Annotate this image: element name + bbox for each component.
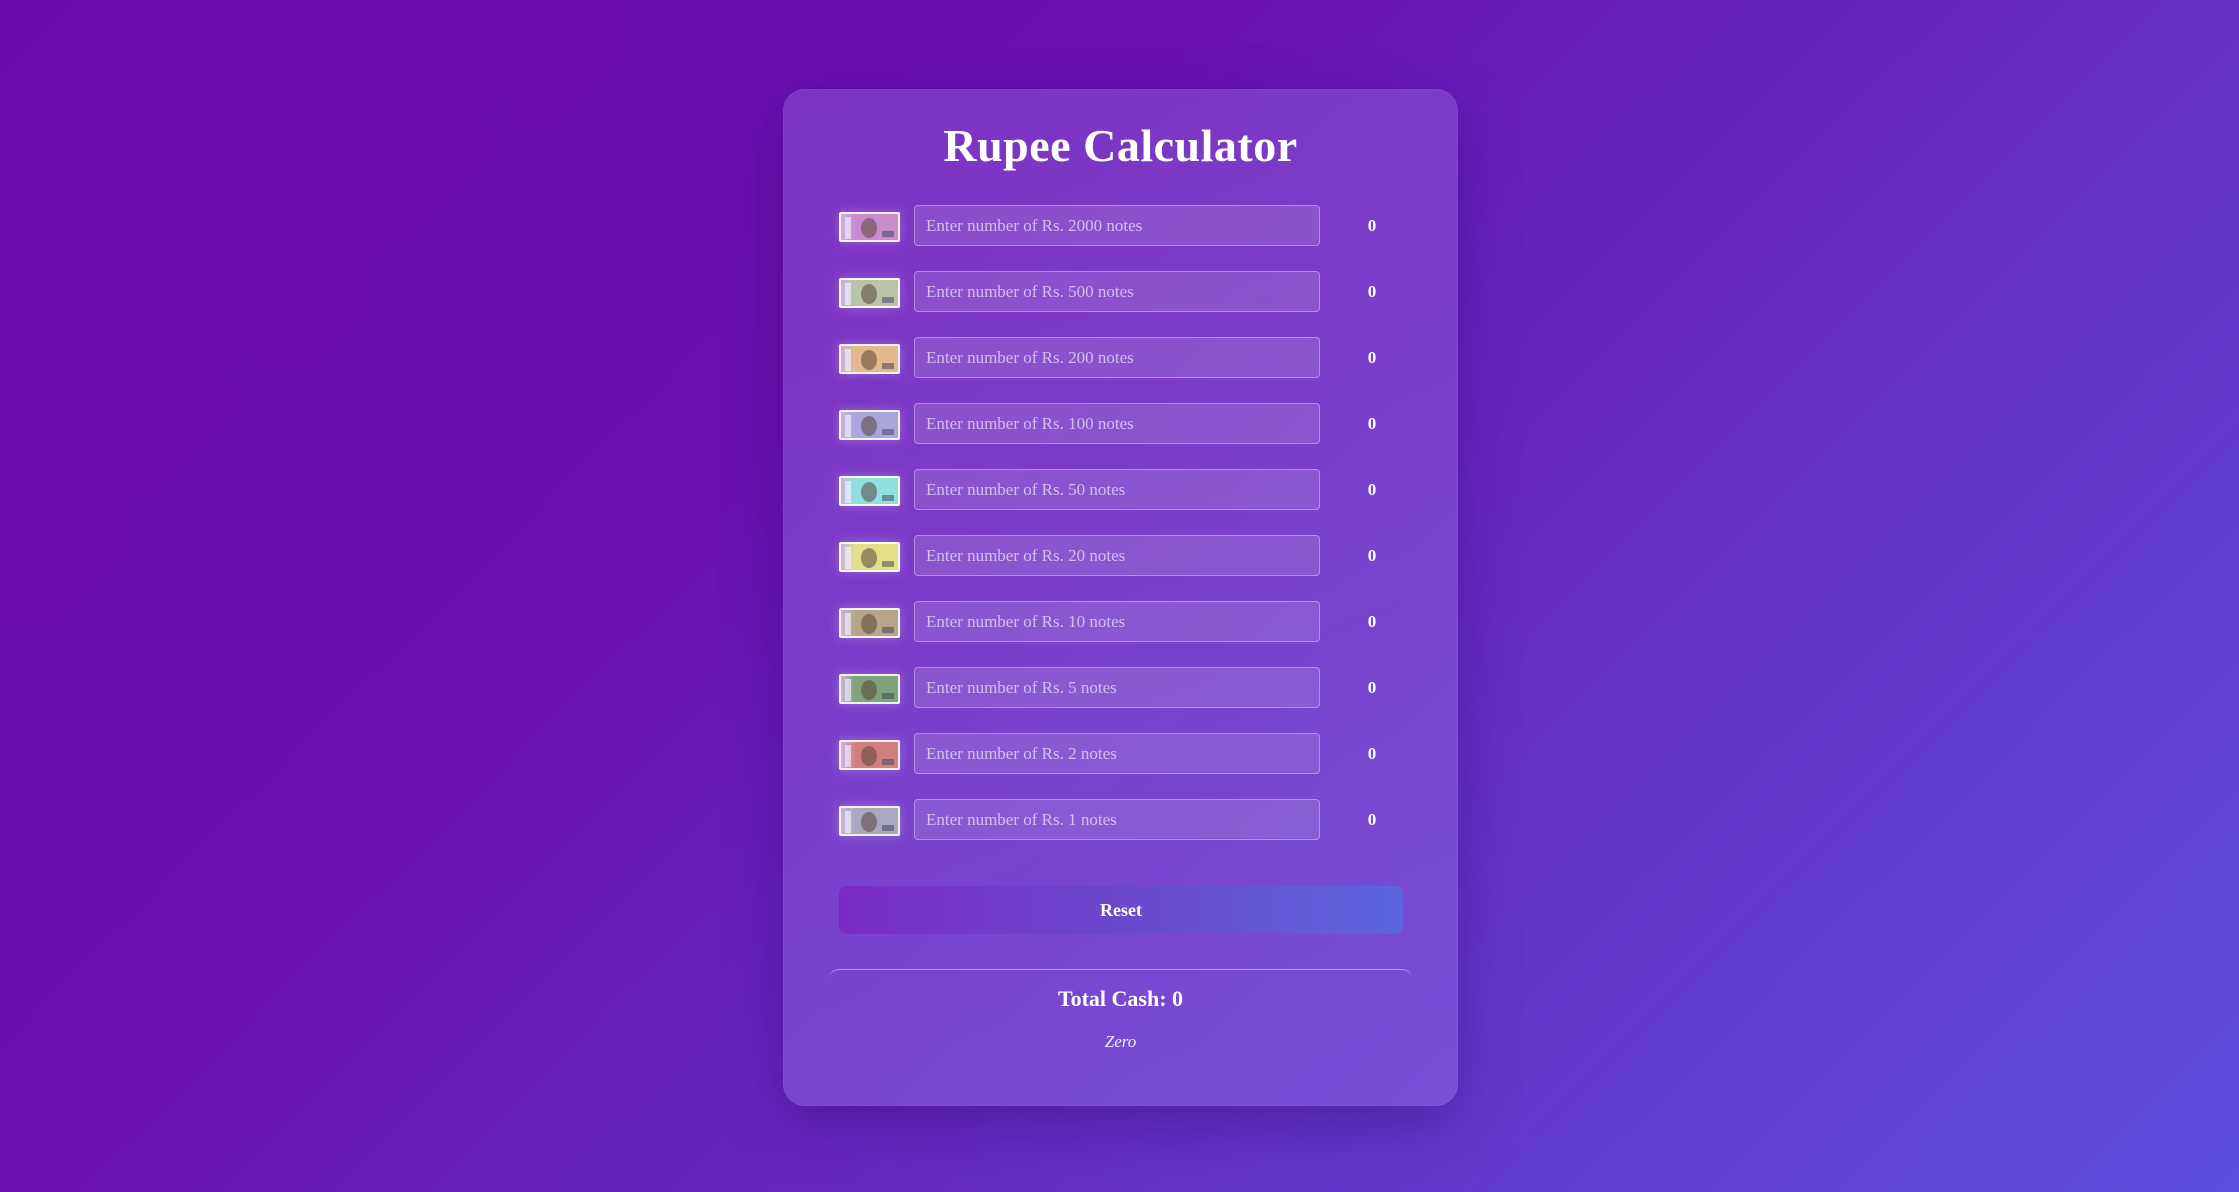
denomination-row-10: 0 <box>839 601 1402 667</box>
rs-5-note-icon <box>839 674 900 704</box>
denomination-row-2: 0 <box>839 733 1402 799</box>
rs-2000-amount: 0 <box>1367 216 1377 235</box>
rs-2000-quantity-input[interactable] <box>914 205 1320 246</box>
rs-10-note-icon <box>839 608 900 638</box>
denomination-row-100: 0 <box>839 403 1402 469</box>
rs-1-amount: 0 <box>1367 810 1377 829</box>
rs-10-quantity-input[interactable] <box>914 601 1320 642</box>
rs-1-quantity-input[interactable] <box>914 799 1320 840</box>
denomination-row-500: 0 <box>839 271 1402 337</box>
total-cash: Total Cash: 0 <box>1057 986 1184 1011</box>
rs-200-amount: 0 <box>1367 348 1377 367</box>
rs-20-note-icon <box>839 542 900 572</box>
rs-20-amount: 0 <box>1367 546 1377 565</box>
calculator-card: Rupee Calculator 0 0 0 0 0 <box>783 89 1458 1106</box>
rs-50-note-icon <box>839 476 900 506</box>
summary-divider <box>829 969 1412 979</box>
denomination-row-50: 0 <box>839 469 1402 535</box>
denomination-row-5: 0 <box>839 667 1402 733</box>
denomination-row-1: 0 <box>839 799 1402 865</box>
rs-500-note-icon <box>839 278 900 308</box>
rs-2-quantity-input[interactable] <box>914 733 1320 774</box>
rs-10-amount: 0 <box>1367 612 1377 631</box>
page-title: Rupee Calculator <box>943 120 1298 171</box>
rs-20-quantity-input[interactable] <box>914 535 1320 576</box>
rs-100-amount: 0 <box>1367 414 1377 433</box>
rs-500-quantity-input[interactable] <box>914 271 1320 312</box>
rs-100-note-icon <box>839 410 900 440</box>
rs-2000-note-icon <box>839 212 900 242</box>
rs-5-quantity-input[interactable] <box>914 667 1320 708</box>
rs-500-amount: 0 <box>1367 282 1377 301</box>
rs-200-quantity-input[interactable] <box>914 337 1320 378</box>
rs-50-amount: 0 <box>1367 480 1377 499</box>
rs-1-note-icon <box>839 806 900 836</box>
rs-100-quantity-input[interactable] <box>914 403 1320 444</box>
rs-2-note-icon <box>839 740 900 770</box>
reset-button[interactable]: Reset <box>839 886 1403 934</box>
denomination-row-200: 0 <box>839 337 1402 403</box>
rs-200-note-icon <box>839 344 900 374</box>
denomination-row-2000: 0 <box>839 205 1402 271</box>
denomination-row-20: 0 <box>839 535 1402 601</box>
denomination-list: 0 0 0 0 0 0 0 <box>839 205 1402 865</box>
total-in-words: Zero <box>1104 1032 1137 1051</box>
rs-2-amount: 0 <box>1367 744 1377 763</box>
rs-5-amount: 0 <box>1367 678 1377 697</box>
rs-50-quantity-input[interactable] <box>914 469 1320 510</box>
